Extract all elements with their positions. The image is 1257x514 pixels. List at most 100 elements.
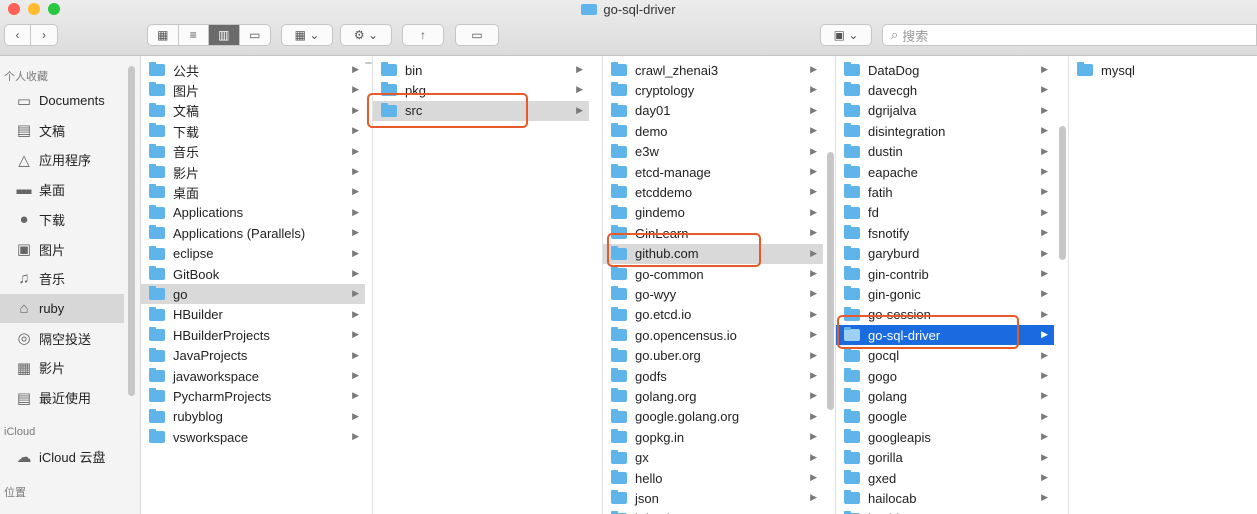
folder-row[interactable]: vsworkspace ▶ [141, 427, 365, 447]
folder-row[interactable]: go-wyy ▶ [603, 284, 823, 304]
folder-row[interactable]: mysql [1069, 60, 1257, 80]
folder-row[interactable]: gindemo ▶ [603, 203, 823, 223]
folder-row[interactable]: hello ▶ [603, 468, 823, 488]
quicklook-button[interactable]: ▣ ⌄ [820, 24, 872, 46]
folder-row[interactable]: 图片 ▶ [141, 80, 365, 100]
folder-row[interactable]: HBuilder ▶ [141, 305, 365, 325]
sidebar-item[interactable]: ▭ Documents [0, 86, 124, 115]
folder-row[interactable]: fatih ▶ [836, 182, 1054, 202]
view-gallery-mode-button[interactable]: ▭ [240, 25, 270, 45]
folder-icon [844, 286, 860, 301]
folder-row[interactable]: rubyblog ▶ [141, 407, 365, 427]
folder-row[interactable]: hashicorp▶ [836, 509, 1054, 514]
folder-row[interactable]: etcddemo ▶ [603, 182, 823, 202]
sidebar-item[interactable]: ▦ 影片 [0, 353, 124, 382]
folder-row[interactable]: gxed ▶ [836, 468, 1054, 488]
action-button[interactable]: ⚙ ⌄ [340, 24, 392, 46]
folder-row[interactable]: 音乐 ▶ [141, 142, 365, 162]
folder-row[interactable]: dustin ▶ [836, 142, 1054, 162]
folder-row[interactable]: gogo ▶ [836, 366, 1054, 386]
search-field[interactable]: ⌕ 搜索 [882, 24, 1257, 46]
folder-row[interactable]: GitBook ▶ [141, 264, 365, 284]
folder-row[interactable]: 影片 ▶ [141, 162, 365, 182]
folder-row[interactable]: google ▶ [836, 407, 1054, 427]
folder-name: go.opencensus.io [635, 327, 737, 343]
folder-row[interactable]: etcd-manage ▶ [603, 162, 823, 182]
folder-row[interactable]: google.golang.org ▶ [603, 407, 823, 427]
folder-row[interactable]: Applications (Parallels) ▶ [141, 223, 365, 243]
folder-row[interactable]: crawl_zhenai3 ▶ [603, 60, 823, 80]
folder-row[interactable]: k-basic▶ [603, 509, 823, 514]
folder-row[interactable]: gin-contrib ▶ [836, 264, 1054, 284]
folder-row[interactable]: go-sql-driver ▶ [836, 325, 1054, 346]
folder-row[interactable]: go.etcd.io ▶ [603, 305, 823, 325]
sidebar-item[interactable]: ● 下载 [0, 205, 124, 234]
tag-button[interactable]: ▭ [455, 24, 499, 46]
folder-row[interactable]: davecgh ▶ [836, 80, 1054, 100]
folder-row[interactable]: gorilla ▶ [836, 448, 1054, 468]
folder-row[interactable]: JavaProjects ▶ [141, 346, 365, 366]
folder-row[interactable]: go.opencensus.io ▶ [603, 325, 823, 345]
folder-row[interactable]: gin-gonic ▶ [836, 284, 1054, 304]
folder-row[interactable]: gocql ▶ [836, 346, 1054, 366]
folder-row[interactable]: go ▶ [141, 284, 365, 305]
folder-row[interactable]: godfs ▶ [603, 366, 823, 386]
back-button[interactable]: ‹ [5, 25, 32, 45]
folder-row[interactable]: fsnotify ▶ [836, 223, 1054, 243]
folder-row[interactable]: garyburd ▶ [836, 244, 1054, 264]
folder-row[interactable]: bin ▶ [373, 60, 589, 80]
folder-row[interactable]: go-common ▶ [603, 264, 823, 284]
folder-row[interactable]: 下载 ▶ [141, 121, 365, 141]
folder-row[interactable]: e3w ▶ [603, 142, 823, 162]
view-column-mode-button[interactable]: ▥ [209, 25, 240, 45]
folder-row[interactable]: GinLearn ▶ [603, 223, 823, 243]
folder-row[interactable]: 文稿 ▶ [141, 101, 365, 121]
column-scrollbar[interactable] [365, 62, 372, 64]
folder-row[interactable]: hailocab ▶ [836, 488, 1054, 508]
folder-row[interactable]: 桌面 ▶ [141, 182, 365, 202]
folder-row[interactable]: gx ▶ [603, 448, 823, 468]
folder-icon [611, 204, 627, 219]
column-scrollbar[interactable] [1059, 126, 1066, 260]
folder-row[interactable]: eclipse ▶ [141, 244, 365, 264]
forward-button[interactable]: › [31, 25, 57, 45]
folder-row[interactable]: golang.org ▶ [603, 386, 823, 406]
folder-row[interactable]: HBuilderProjects ▶ [141, 325, 365, 345]
view-list-mode-button[interactable]: ≡ [179, 25, 209, 45]
folder-row[interactable]: googleapis ▶ [836, 427, 1054, 447]
folder-row[interactable]: javaworkspace ▶ [141, 366, 365, 386]
sidebar-item[interactable]: ♫ 音乐 [0, 264, 124, 293]
folder-row[interactable]: src ▶ [373, 100, 589, 121]
group-button[interactable]: ▦ ⌄ [281, 24, 333, 46]
folder-row[interactable]: github.com ▶ [603, 243, 823, 264]
sidebar-item[interactable]: ⌂ ruby [0, 293, 124, 323]
folder-row[interactable]: gopkg.in ▶ [603, 427, 823, 447]
folder-row[interactable]: go-session ▶ [836, 305, 1054, 325]
sidebar-item[interactable]: ▬ 桌面 [0, 175, 124, 204]
folder-row[interactable]: 公共 ▶ [141, 60, 365, 80]
folder-row[interactable]: demo ▶ [603, 121, 823, 141]
folder-row[interactable]: Applications ▶ [141, 203, 365, 223]
sidebar-item[interactable]: ▤ 最近使用 [0, 383, 124, 412]
folder-row[interactable]: eapache ▶ [836, 162, 1054, 182]
sidebar-scrollbar[interactable] [128, 66, 135, 396]
folder-row[interactable]: DataDog ▶ [836, 60, 1054, 80]
folder-row[interactable]: day01 ▶ [603, 101, 823, 121]
view-icon-mode-button[interactable]: ▦ [148, 25, 179, 45]
folder-row[interactable]: disintegration ▶ [836, 121, 1054, 141]
column-scrollbar[interactable] [827, 152, 834, 410]
sidebar-item[interactable]: ▤ 文稿 [0, 116, 124, 145]
folder-row[interactable]: pkg ▶ [373, 80, 589, 100]
folder-row[interactable]: go.uber.org ▶ [603, 346, 823, 366]
sidebar-item[interactable]: ◎ 隔空投送 [0, 324, 124, 353]
folder-row[interactable]: golang ▶ [836, 386, 1054, 406]
folder-row[interactable]: json ▶ [603, 488, 823, 508]
folder-row[interactable]: cryptology ▶ [603, 80, 823, 100]
folder-row[interactable]: PycharmProjects ▶ [141, 386, 365, 406]
sidebar-item[interactable]: △ 应用程序 [0, 145, 124, 174]
sidebar-item[interactable]: ☁ iCloud 云盘 [0, 442, 124, 471]
folder-row[interactable]: dgrijalva ▶ [836, 101, 1054, 121]
sidebar-item[interactable]: ▣ 图片 [0, 235, 124, 264]
folder-row[interactable]: fd ▶ [836, 203, 1054, 223]
share-button[interactable]: ↑ [402, 24, 444, 46]
